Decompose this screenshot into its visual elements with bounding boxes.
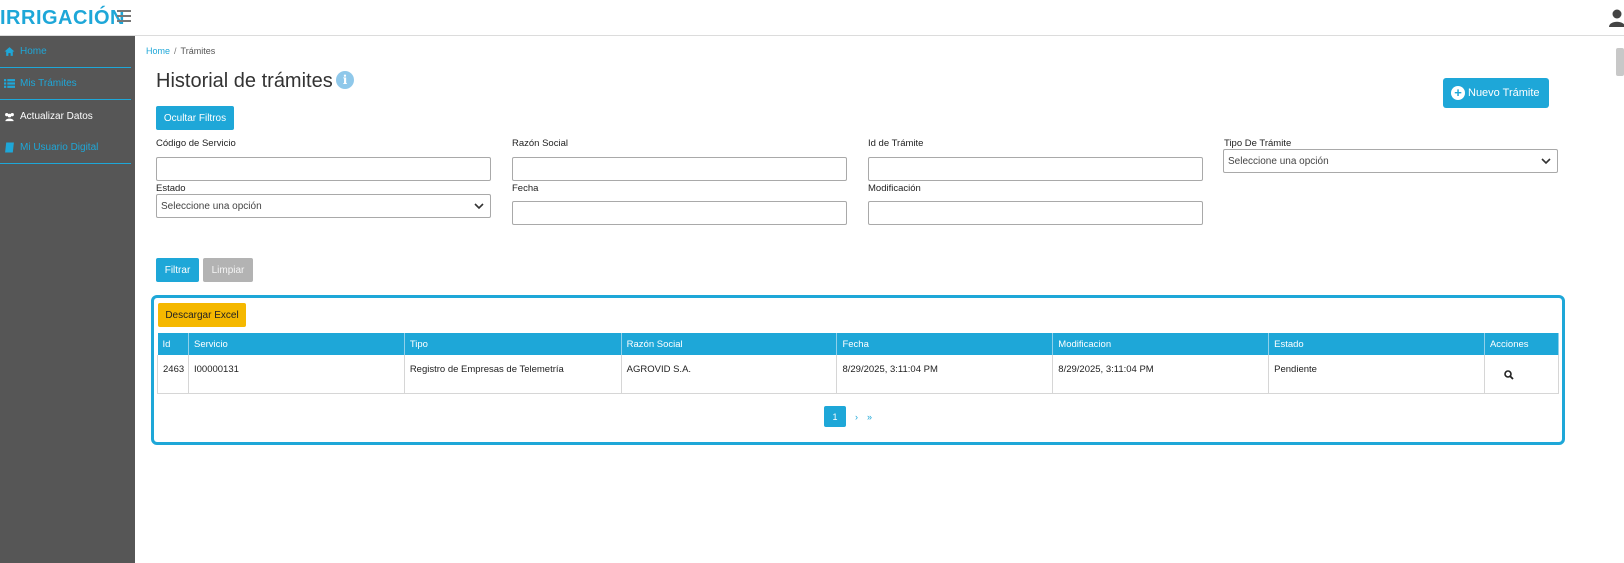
sidebar-item-mi-usuario-digital[interactable]: Mi Usuario Digital <box>0 132 131 164</box>
razon-social-input[interactable] <box>512 157 847 181</box>
scrollbar-thumb[interactable] <box>1616 48 1624 76</box>
razon-social-label: Razón Social <box>512 138 568 149</box>
id-tramite-label: Id de Trámite <box>868 138 924 149</box>
fecha-input[interactable] <box>512 201 847 225</box>
page-last-icon[interactable]: » <box>867 412 872 422</box>
list-icon <box>4 79 15 88</box>
estado-selected: Seleccione una opción <box>161 200 262 212</box>
sidebar-item-home[interactable]: Home <box>0 36 131 68</box>
new-tramite-button-label: Nuevo Trámite <box>1468 87 1540 99</box>
modificacion-input[interactable] <box>868 201 1203 225</box>
page-next-icon[interactable]: › <box>855 412 858 422</box>
breadcrumb: Home / Trámites <box>146 46 215 56</box>
main-content: Home / Trámites Historial de trámites i + … <box>135 36 1624 563</box>
book-icon <box>5 142 14 153</box>
top-bar: IRRIGACIÓN <box>0 0 1624 36</box>
cell-razon-social: AGROVID S.A. <box>621 355 838 394</box>
info-icon[interactable]: i <box>336 71 354 89</box>
clear-button[interactable]: Limpiar <box>203 258 253 282</box>
tipo-tramite-select[interactable]: Seleccione una opción <box>1223 149 1558 173</box>
cell-acciones <box>1484 355 1560 394</box>
sidebar-item-label: Home <box>20 46 47 57</box>
sidebar-item-label: Actualizar Datos <box>20 110 93 122</box>
chevron-down-icon <box>1541 158 1551 165</box>
page-button-current[interactable]: 1 <box>824 406 846 427</box>
cell-modificacion: 8/29/2025, 3:11:04 PM <box>1052 355 1270 394</box>
user-icon[interactable] <box>1609 9 1624 27</box>
sidebar-item-mis-tramites[interactable]: Mis Trámites <box>0 68 131 100</box>
breadcrumb-current: Trámites <box>180 46 216 56</box>
table-row[interactable]: 2463 I00000131 Registro de Empresas de T… <box>157 355 1560 394</box>
column-header-modificacion[interactable]: Modificacion <box>1052 333 1270 355</box>
page-title: Historial de trámites <box>156 70 333 92</box>
column-header-estado[interactable]: Estado <box>1268 333 1485 355</box>
users-icon <box>5 112 14 121</box>
table-header-row: Id Servicio Tipo Razón Social Fecha Modi… <box>157 333 1560 355</box>
column-header-servicio[interactable]: Servicio <box>188 333 405 355</box>
fecha-label: Fecha <box>512 183 539 194</box>
sidebar-item-label: Mis Trámites <box>20 78 77 89</box>
home-icon <box>4 47 15 56</box>
id-tramite-input[interactable] <box>868 157 1203 181</box>
chevron-down-icon <box>474 203 484 210</box>
codigo-servicio-input[interactable] <box>156 157 491 181</box>
column-header-acciones: Acciones <box>1484 333 1560 355</box>
results-table: Id Servicio Tipo Razón Social Fecha Modi… <box>157 333 1560 394</box>
sidebar-item-label: Mi Usuario Digital <box>20 142 99 153</box>
tipo-tramite-label: Tipo De Trámite <box>1224 138 1292 149</box>
modificacion-label: Modificación <box>868 183 921 194</box>
menu-toggle-icon[interactable] <box>117 10 131 22</box>
toggle-filters-button[interactable]: Ocultar Filtros <box>156 106 234 130</box>
column-header-fecha[interactable]: Fecha <box>836 333 1054 355</box>
search-icon[interactable] <box>1504 370 1514 380</box>
download-excel-button[interactable]: Descargar Excel <box>158 303 246 327</box>
cell-id: 2463 <box>157 355 189 394</box>
column-header-tipo[interactable]: Tipo <box>404 333 622 355</box>
cell-tipo: Registro de Empresas de Telemetría <box>404 355 622 394</box>
pagination: 1 › » <box>824 406 872 427</box>
cell-fecha: 8/29/2025, 3:11:04 PM <box>836 355 1054 394</box>
codigo-servicio-label: Código de Servicio <box>156 138 236 149</box>
column-header-id[interactable]: Id <box>157 333 189 355</box>
tipo-tramite-selected: Seleccione una opción <box>1228 155 1329 167</box>
breadcrumb-home-link[interactable]: Home <box>146 46 170 56</box>
cell-servicio: I00000131 <box>188 355 405 394</box>
column-header-razon-social[interactable]: Razón Social <box>621 333 838 355</box>
filter-button[interactable]: Filtrar <box>156 258 199 282</box>
results-panel: Descargar Excel Id Servicio Tipo Razón S… <box>151 295 1565 445</box>
breadcrumb-separator: / <box>174 46 177 56</box>
sidebar: Home Mis Trámites Actualizar Datos Mi Us… <box>0 36 135 563</box>
estado-select[interactable]: Seleccione una opción <box>156 194 491 218</box>
estado-label: Estado <box>156 183 186 194</box>
cell-estado: Pendiente <box>1268 355 1485 394</box>
sidebar-item-actualizar-datos[interactable]: Actualizar Datos <box>0 100 131 132</box>
new-tramite-button[interactable]: + Nuevo Trámite <box>1443 78 1549 108</box>
plus-circle-icon: + <box>1451 86 1465 100</box>
app-logo[interactable]: IRRIGACIÓN <box>0 7 125 30</box>
